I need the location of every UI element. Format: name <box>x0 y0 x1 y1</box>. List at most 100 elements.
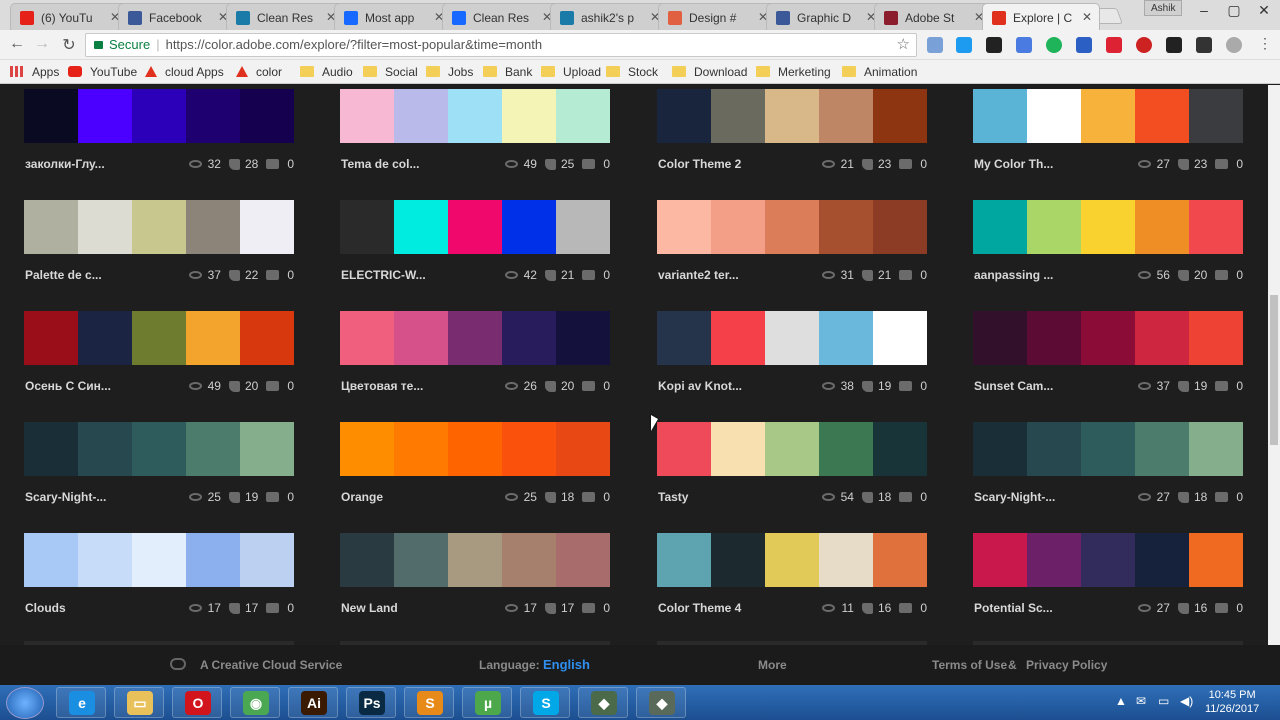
network-icon[interactable]: ▭ <box>1158 694 1169 708</box>
color-theme-card[interactable]: Sunset Cam... 37 19 0 <box>973 311 1243 411</box>
volume-icon[interactable]: ◀) <box>1180 694 1193 708</box>
bookmark-0[interactable]: Apps <box>10 65 59 79</box>
color-theme-card[interactable]: aanpassing ... 56 20 0 <box>973 200 1243 300</box>
comment-icon[interactable] <box>266 603 280 613</box>
close-window-icon[interactable]: ✕ <box>1250 2 1278 19</box>
color-theme-card[interactable]: ELECTRIC-W... 42 21 0 <box>340 200 610 300</box>
color-theme-card[interactable]: Tema de col... 49 25 0 <box>340 89 610 189</box>
color-swatches[interactable] <box>973 89 1243 143</box>
thumbs-up-icon[interactable] <box>861 158 873 170</box>
theme-name[interactable]: aanpassing ... <box>974 268 1053 282</box>
comment-icon[interactable] <box>582 381 596 391</box>
browser-tab[interactable]: Clean Res ✕ <box>442 3 560 30</box>
theme-name[interactable]: Palette de c... <box>25 268 102 282</box>
color-theme-card[interactable]: Orange 25 18 0 <box>340 422 610 522</box>
comment-icon[interactable] <box>1215 381 1229 391</box>
color-swatches[interactable] <box>340 533 610 587</box>
bookmark-12[interactable]: Animation <box>842 65 917 79</box>
thumbs-up-icon[interactable] <box>544 158 556 170</box>
browser-tab[interactable]: Clean Res ✕ <box>226 3 344 30</box>
taskbar-skype-button[interactable]: S <box>520 687 570 718</box>
color-theme-card[interactable]: Palette de c... 37 22 0 <box>24 200 294 300</box>
grammarly-extension-icon[interactable] <box>1046 37 1062 53</box>
browser-tab[interactable]: ashik2's p ✕ <box>550 3 668 30</box>
theme-name[interactable]: Clouds <box>25 601 66 615</box>
theme-name[interactable]: Sunset Cam... <box>974 379 1053 393</box>
theme-name[interactable]: Kopi av Knot... <box>658 379 742 393</box>
user-profile-button[interactable]: Ashik <box>1144 0 1183 16</box>
color-swatches[interactable] <box>657 311 927 365</box>
system-clock[interactable]: 10:45 PM 11/26/2017 <box>1205 688 1259 716</box>
tool-extension-icon[interactable] <box>1196 37 1212 53</box>
buffer-extension-icon[interactable] <box>986 37 1002 53</box>
thumbs-up-icon[interactable] <box>544 602 556 614</box>
theme-name[interactable]: variante2 ter... <box>658 268 739 282</box>
color-theme-card[interactable]: Potential Sc... 27 16 0 <box>973 533 1243 633</box>
bookmark-star-icon[interactable]: ☆ <box>897 34 910 56</box>
bookmark-8[interactable]: Upload <box>541 65 601 79</box>
bookmark-5[interactable]: Social <box>363 65 418 79</box>
thumbs-up-icon[interactable] <box>228 158 240 170</box>
color-swatches[interactable] <box>973 200 1243 254</box>
tray-arrow-icon[interactable]: ▲ <box>1115 694 1127 708</box>
color-theme-card[interactable]: Tasty 54 18 0 <box>657 422 927 522</box>
thumbs-up-icon[interactable] <box>1177 158 1189 170</box>
address-bar[interactable]: Secure | https://color.adobe.com/explore/?… <box>85 33 917 57</box>
color-swatches[interactable] <box>340 311 610 365</box>
thumbs-up-icon[interactable] <box>1177 602 1189 614</box>
bookmark-1[interactable]: YouTube <box>68 65 137 79</box>
color-swatches[interactable] <box>973 422 1243 476</box>
extension-icon[interactable] <box>927 37 943 53</box>
minimize-icon[interactable]: – <box>1190 2 1218 18</box>
thumbs-up-icon[interactable] <box>544 269 556 281</box>
taskbar-utorrent-button[interactable]: µ <box>462 687 512 718</box>
reload-icon[interactable]: ↻ <box>58 35 80 55</box>
taskbar-opera-button[interactable]: O <box>172 687 222 718</box>
bookmark-3[interactable]: color <box>236 65 282 79</box>
browser-tab[interactable]: Graphic D ✕ <box>766 3 884 30</box>
comment-icon[interactable] <box>1215 270 1229 280</box>
color-swatches[interactable] <box>24 422 294 476</box>
word-extension-icon[interactable] <box>1076 37 1092 53</box>
color-theme-card[interactable]: Color Theme 2 21 23 0 <box>657 89 927 189</box>
more-link[interactable]: More <box>758 658 787 672</box>
tab-close-icon[interactable]: ✕ <box>1082 10 1092 24</box>
theme-name[interactable]: Осень С Син... <box>25 379 111 393</box>
color-swatches[interactable] <box>24 311 294 365</box>
taskbar-sublime-button[interactable]: S <box>404 687 454 718</box>
color-swatches[interactable] <box>340 200 610 254</box>
theme-name[interactable]: Tema de col... <box>341 157 419 171</box>
color-swatches[interactable] <box>24 89 294 143</box>
terms-of-use-link[interactable]: Terms of Use <box>932 658 1007 672</box>
comment-icon[interactable] <box>582 603 596 613</box>
thumbs-up-icon[interactable] <box>228 269 240 281</box>
thumbs-up-icon[interactable] <box>228 491 240 503</box>
bookmark-7[interactable]: Bank <box>483 65 532 79</box>
theme-name[interactable]: Potential Sc... <box>974 601 1053 615</box>
color-theme-card[interactable]: New Land 17 17 0 <box>340 533 610 633</box>
thumbs-up-icon[interactable] <box>861 380 873 392</box>
theme-name[interactable]: Tasty <box>658 490 688 504</box>
color-theme-card[interactable]: Kopi av Knot... 38 19 0 <box>657 311 927 411</box>
translate-extension-icon[interactable] <box>1016 37 1032 53</box>
comment-icon[interactable] <box>899 381 913 391</box>
bookmark-2[interactable]: cloud Apps <box>145 65 224 79</box>
adblock-extension-icon[interactable] <box>1136 37 1152 53</box>
color-theme-card[interactable]: Color Theme 4 11 16 0 <box>657 533 927 633</box>
page-scrollbar[interactable] <box>1268 85 1280 645</box>
theme-name[interactable]: Orange <box>341 490 383 504</box>
comment-icon[interactable] <box>899 270 913 280</box>
comment-icon[interactable] <box>899 159 913 169</box>
color-swatches[interactable] <box>340 422 610 476</box>
comment-icon[interactable] <box>1215 492 1229 502</box>
scrollbar-thumb[interactable] <box>1270 295 1278 445</box>
browser-tab[interactable]: Adobe St ✕ <box>874 3 992 30</box>
browser-tab[interactable]: Most app ✕ <box>334 3 452 30</box>
bookmark-9[interactable]: Stock <box>606 65 658 79</box>
thumbs-up-icon[interactable] <box>228 602 240 614</box>
taskbar-app1-button[interactable]: ◆ <box>578 687 628 718</box>
browser-tab[interactable]: Design # ✕ <box>658 3 776 30</box>
maximize-icon[interactable]: ▢ <box>1220 2 1248 19</box>
theme-name[interactable]: Scary-Night-... <box>974 490 1055 504</box>
color-swatches[interactable] <box>24 200 294 254</box>
